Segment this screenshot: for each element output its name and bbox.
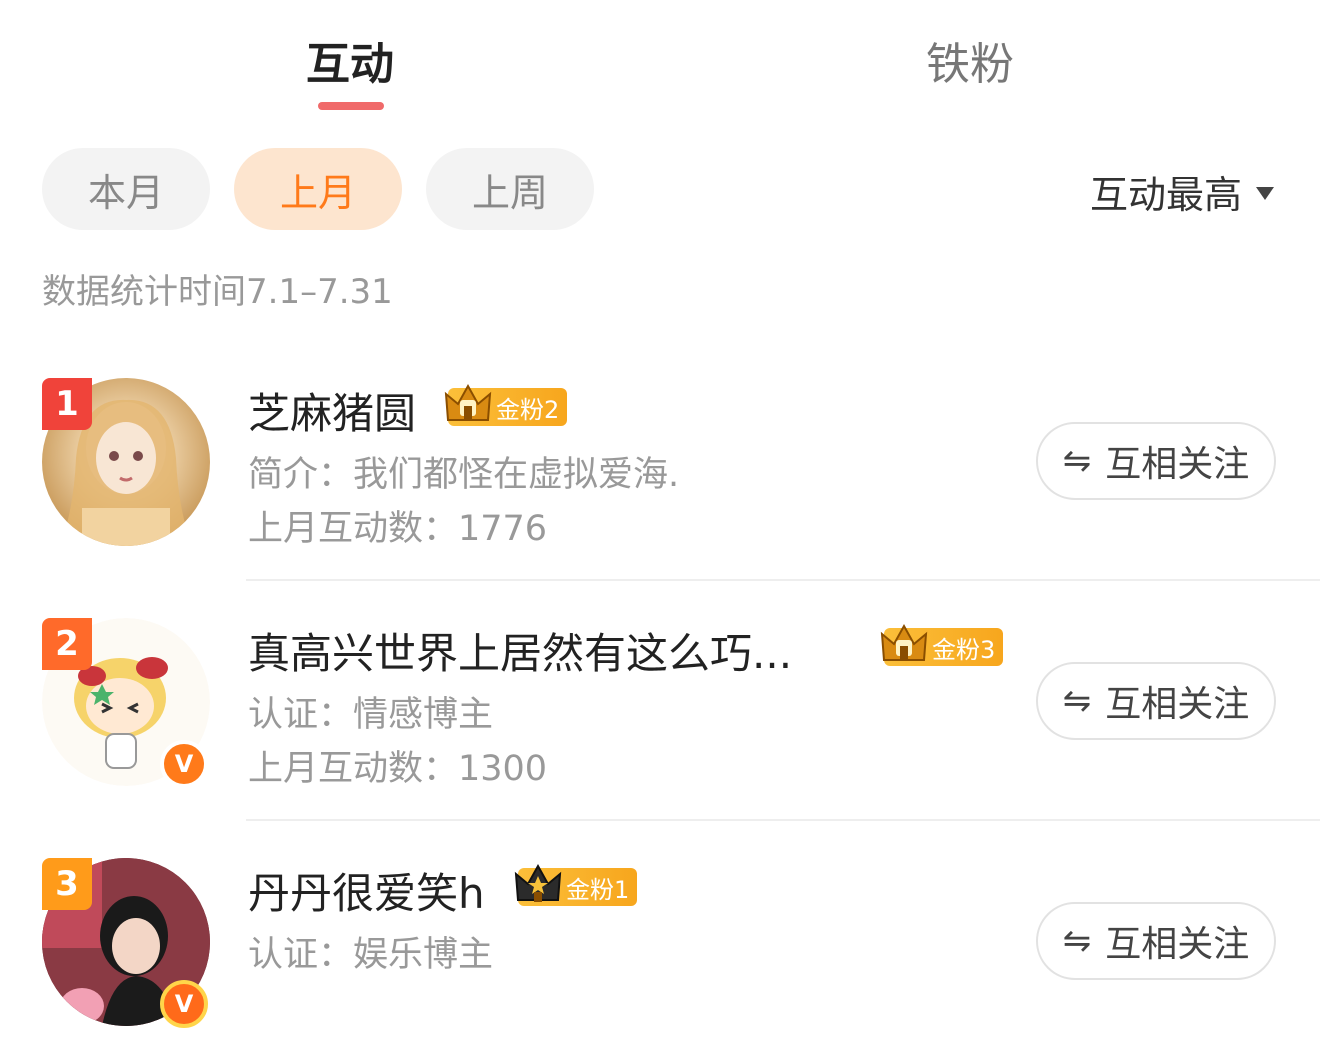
fan-level-label: 金粉3 (932, 635, 996, 664)
fan-level-label: 金粉2 (496, 395, 560, 424)
follow-button-label: 互相关注 (1105, 444, 1250, 485)
verified-v-icon: V (160, 740, 208, 788)
user-intro: 简介：我们都怪在虚拟爱海. (248, 455, 680, 495)
triangle-down-icon (1256, 187, 1275, 200)
crown-icon (444, 383, 492, 421)
user-name[interactable]: 真高兴世界上居然有这么巧... (248, 620, 792, 681)
interaction-count: 上月互动数：1776 (248, 509, 548, 549)
user-certification: 认证：情感博主 (248, 695, 494, 735)
tab-iron-fans[interactable]: 铁粉 (926, 28, 1014, 92)
mutual-follow-button[interactable]: ⇋ 互相关注 (1036, 422, 1276, 500)
rank-badge: 2 (42, 618, 92, 670)
user-name[interactable]: 丹丹很爱笑h (248, 860, 485, 921)
tab-interaction[interactable]: 互动 (306, 28, 394, 92)
follow-button-label: 互相关注 (1105, 924, 1250, 965)
fan-level-badge: 金粉2 (444, 383, 568, 426)
fan-level-badge: 金粉3 (880, 623, 1004, 666)
row-divider (246, 579, 1320, 581)
sort-dropdown[interactable]: 互动最高 (1090, 164, 1275, 219)
fan-level-label: 金粉1 (566, 875, 630, 904)
filter-last-month[interactable]: 上月 (234, 148, 402, 230)
verified-v-icon: V (160, 980, 208, 1028)
rank-badge: 3 (42, 858, 92, 910)
rank-badge: 1 (42, 378, 92, 430)
mutual-follow-button[interactable]: ⇋ 互相关注 (1036, 902, 1276, 980)
tab-underline (318, 102, 384, 110)
interaction-count: 上月互动数：1300 (248, 749, 548, 789)
row-divider (246, 819, 1320, 821)
mutual-arrows-icon: ⇋ (1062, 921, 1092, 961)
user-name[interactable]: 芝麻猪圆 (248, 380, 416, 441)
fan-level-badge: 金粉1 (514, 863, 638, 906)
filter-this-month[interactable]: 本月 (42, 148, 210, 230)
mutual-arrows-icon: ⇋ (1062, 681, 1092, 721)
sort-label: 互动最高 (1090, 173, 1243, 217)
mutual-follow-button[interactable]: ⇋ 互相关注 (1036, 662, 1276, 740)
stat-time-range: 数据统计时间7.1–7.31 (42, 272, 393, 312)
mutual-arrows-icon: ⇋ (1062, 441, 1092, 481)
crown-icon (514, 863, 562, 902)
crown-icon (880, 623, 928, 661)
follow-button-label: 互相关注 (1105, 684, 1250, 725)
user-certification: 认证：娱乐博主 (248, 935, 494, 975)
filter-last-week[interactable]: 上周 (426, 148, 594, 230)
